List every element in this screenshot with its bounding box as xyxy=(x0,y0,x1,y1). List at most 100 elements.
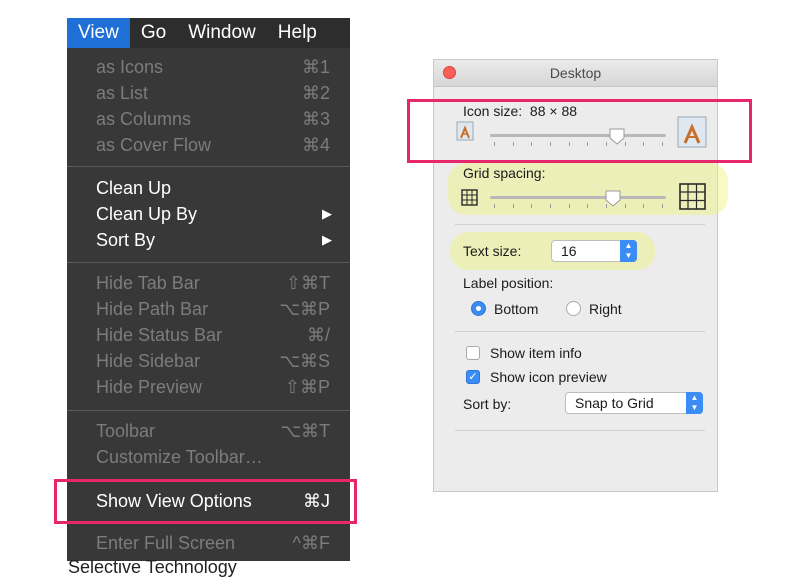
show-icon-preview-label: Show icon preview xyxy=(490,369,607,385)
menu-item-as-cover-flow[interactable]: as Cover Flow ⌘4 xyxy=(67,132,350,158)
slider-tick xyxy=(494,142,495,146)
slider-tick xyxy=(550,204,551,208)
submenu-arrow-icon: ▶ xyxy=(322,206,332,221)
menu-item-hide-sidebar[interactable]: Hide Sidebar ⌥⌘S xyxy=(67,348,350,374)
menu-bar: View Go Window Help xyxy=(67,18,350,48)
menu-item-shortcut: ⌥⌘T xyxy=(280,421,330,441)
menu-item-shortcut: ⌘2 xyxy=(301,83,330,103)
slider-tick xyxy=(512,142,514,146)
panel-separator xyxy=(455,224,705,225)
menu-item-shortcut: ⌥⌘P xyxy=(279,299,330,319)
text-size-select[interactable]: 16 ▲ ▼ xyxy=(551,240,637,262)
background-text: Selective Technology xyxy=(68,560,237,577)
grid-spacing-slider-knob[interactable] xyxy=(605,190,621,207)
slider-tick xyxy=(531,142,533,146)
grid-spacing-label: Grid spacing: xyxy=(463,165,546,181)
menu-item-label: as Icons xyxy=(96,57,164,77)
menu-separator xyxy=(67,262,350,263)
text-size-value: 16 xyxy=(561,243,577,259)
menu-item-label: Hide Sidebar xyxy=(96,351,201,371)
label-position-label: Label position: xyxy=(463,275,554,291)
menu-item-label: Hide Tab Bar xyxy=(96,273,200,293)
sort-by-select[interactable]: Snap to Grid ▲ ▼ xyxy=(565,392,703,414)
submenu-arrow-icon: ▶ xyxy=(322,232,332,247)
grid-spacing-slider-track[interactable] xyxy=(490,196,666,199)
menu-item-clean-up[interactable]: Clean Up xyxy=(67,175,350,201)
show-item-info-checkbox[interactable] xyxy=(466,346,480,360)
slider-tick xyxy=(587,142,589,146)
menu-item-hide-tab-bar[interactable]: Hide Tab Bar ⇧⌘T xyxy=(67,270,350,296)
menu-item-shortcut: ^⌘F xyxy=(292,533,330,553)
sort-by-label: Sort by: xyxy=(463,396,512,412)
text-size-label: Text size: xyxy=(463,243,522,259)
slider-tick xyxy=(624,204,626,208)
menu-item-as-icons[interactable]: as Icons ⌘1 xyxy=(67,54,350,80)
select-stepper-icon: ▲ ▼ xyxy=(620,240,637,262)
menu-item-as-list[interactable]: as List ⌘2 xyxy=(67,80,350,106)
menu-item-shortcut: ⌘4 xyxy=(301,135,330,155)
menu-item-sort-by[interactable]: Sort By ▶ xyxy=(67,227,350,253)
menu-item-label: Toolbar xyxy=(96,421,156,441)
slider-tick xyxy=(550,142,551,146)
menu-item-label: Sort By xyxy=(96,230,156,250)
menu-item-shortcut: ⇧⌘T xyxy=(285,273,330,293)
slider-tick xyxy=(624,142,626,146)
slider-tick xyxy=(662,204,663,208)
menu-item-hide-preview[interactable]: Hide Preview ⇧⌘P xyxy=(67,374,350,400)
slider-tick xyxy=(494,204,495,208)
slider-tick xyxy=(568,204,570,208)
menu-item-label: Customize Toolbar… xyxy=(96,447,263,467)
menu-item-shortcut: ⌥⌘S xyxy=(279,351,330,371)
menu-item-label: as Cover Flow xyxy=(96,135,212,155)
menu-item-as-columns[interactable]: as Columns ⌘3 xyxy=(67,106,350,132)
menu-item-customize-toolbar[interactable]: Customize Toolbar… xyxy=(67,444,350,470)
menu-item-label: Clean Up xyxy=(96,178,172,198)
menu-item-label: Clean Up By xyxy=(96,204,198,224)
menu-view[interactable]: View xyxy=(67,18,130,48)
tight-grid-icon xyxy=(461,189,478,206)
slider-tick xyxy=(643,142,645,146)
menu-separator xyxy=(67,410,350,411)
menu-item-shortcut: ⌘3 xyxy=(301,109,330,129)
menu-go[interactable]: Go xyxy=(130,18,177,48)
panel-titlebar: Desktop xyxy=(434,60,717,87)
highlight-box-icon-size xyxy=(407,99,752,163)
show-icon-preview-checkbox[interactable]: ✓ xyxy=(466,370,480,384)
slider-tick xyxy=(606,142,607,146)
menu-item-clean-up-by[interactable]: Clean Up By ▶ xyxy=(67,201,350,227)
menu-item-label: as List xyxy=(96,83,149,103)
menu-item-hide-path-bar[interactable]: Hide Path Bar ⌥⌘P xyxy=(67,296,350,322)
slider-tick xyxy=(531,204,533,208)
slider-tick xyxy=(643,204,645,208)
slider-tick xyxy=(512,204,514,208)
menu-item-label: Hide Path Bar xyxy=(96,299,209,319)
menu-item-shortcut: ⌘1 xyxy=(301,57,330,77)
slider-tick xyxy=(606,204,607,208)
show-item-info-label: Show item info xyxy=(490,345,582,361)
menu-item-label: as Columns xyxy=(96,109,192,129)
radio-bottom-label: Bottom xyxy=(494,301,539,317)
menu-item-toolbar[interactable]: Toolbar ⌥⌘T xyxy=(67,418,350,444)
radio-right[interactable] xyxy=(566,301,581,316)
menu-item-label: Hide Status Bar xyxy=(96,325,223,345)
menu-item-label: Hide Preview xyxy=(96,377,203,397)
menu-item-hide-status-bar[interactable]: Hide Status Bar ⌘/ xyxy=(67,322,350,348)
radio-bottom[interactable] xyxy=(471,301,486,316)
menu-item-label: Enter Full Screen xyxy=(96,533,236,553)
menu-item-shortcut: ⌘/ xyxy=(306,325,330,345)
select-stepper-icon: ▲ ▼ xyxy=(686,392,703,414)
sort-by-value: Snap to Grid xyxy=(575,395,654,411)
slider-tick xyxy=(568,142,570,146)
slider-tick xyxy=(662,142,663,146)
slider-tick xyxy=(587,204,589,208)
menu-window[interactable]: Window xyxy=(177,18,267,48)
menu-item-shortcut: ⇧⌘P xyxy=(284,377,330,397)
radio-right-label: Right xyxy=(589,301,622,317)
menu-item-enter-full-screen[interactable]: Enter Full Screen ^⌘F xyxy=(67,530,350,556)
panel-title: Desktop xyxy=(549,65,602,81)
menu-separator xyxy=(67,166,350,167)
panel-separator xyxy=(455,430,705,431)
panel-separator xyxy=(455,331,705,332)
menu-help[interactable]: Help xyxy=(267,18,328,48)
wide-grid-icon xyxy=(679,183,706,210)
